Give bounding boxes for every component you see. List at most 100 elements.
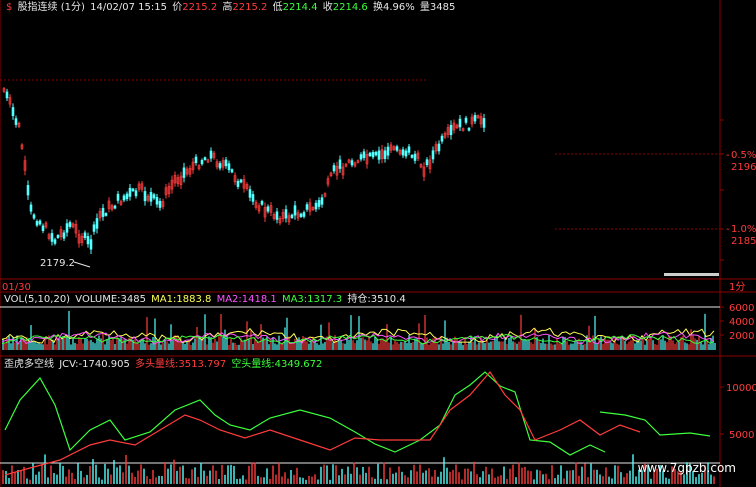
price-candle-body [284,209,288,219]
close-label: 收 [322,2,333,13]
pct-down-label: 1.0% [731,224,756,235]
price-candle-body [11,107,15,117]
price-candle-body [401,149,405,156]
price-candle-body [350,160,354,166]
price-candle-body [68,222,72,227]
price-candle-body [320,197,324,205]
price-candle-body [41,225,45,232]
vol-hold: 持仓:3510.4 [347,294,406,305]
price-candle-body [35,221,39,226]
price-candle-body [38,220,42,225]
price-candle-body [431,150,435,160]
price-candle-body [404,150,408,157]
vol-ma1: MA1:1883.8 [151,294,212,305]
price-candle-body [131,188,135,192]
price-candle-body [275,211,279,220]
price-candle-body [92,224,96,232]
date-label: 01/30 [2,282,31,293]
price-candle-body [299,213,303,217]
price-candle-body [209,150,213,159]
price-candle-body [65,223,69,233]
price-candle-body [116,193,120,201]
price-candle-body [425,159,429,166]
jcv-legend: 歪虎多空线 JCV:-1740.905 多头量线:3513.797 空头量线:4… [4,359,324,371]
price-candle-body [230,169,234,173]
price-candle-body [413,153,417,161]
vol-label: VOL(5,10,20) [4,294,71,305]
jcv-short-line [4,371,606,456]
price-candle-body [449,124,453,136]
price-candle-body [122,195,126,201]
price-candle-body [410,154,414,158]
price-candle-body [5,91,9,99]
level-down-label: 2185 [731,236,756,247]
price-candle-body [374,151,378,156]
price-candle-body [359,154,363,160]
quote-info-bar: $ 股指连续 (1分) 14/02/07 15:15 价2215.2 高2215… [6,2,457,14]
vol-axis-4000: 4000 [729,317,754,328]
price-candle-body [377,150,381,160]
high-value: 2215.2 [232,2,268,13]
vol-ma3: MA3:1317.3 [281,294,343,305]
price-candle-body [134,190,138,197]
price-candle-body [14,118,18,125]
jcv-axis-10000: 10000 [726,383,756,394]
price-candle-body [293,205,297,216]
scroll-indicator [664,273,719,276]
price-candle-body [371,152,375,158]
price-candle-body [383,150,387,159]
period-label: 1分 [729,281,745,293]
price-candle-body [317,200,321,207]
price-candle-body [182,167,186,178]
price-label: 价 [172,2,183,13]
pct-up-dash: - [726,150,730,161]
price-candle-body [407,146,411,153]
price-candle-body [203,157,207,160]
price-candle-body [239,179,243,183]
price-candle-body [386,146,390,156]
price-candle-body [194,156,198,164]
price-candle-body [227,163,231,171]
price-candle-body [248,189,252,198]
price-candle-body [101,207,105,217]
volume-value: 3485 [429,2,456,13]
turnover-label: 换 [372,2,383,13]
chart-canvas: -0.5%2196- 1.0%21851分01/302179.2600040002… [0,0,756,487]
price-candle-body [224,159,228,167]
volume-label: 量 [419,2,430,13]
price-candle-body [50,233,54,242]
price-candle-body [155,197,159,205]
price-candle-body [332,165,336,172]
price-candle-body [200,160,204,165]
turnover-value: 4.96% [382,2,415,13]
symbol-title[interactable]: 股指连续 (1分) [18,2,85,13]
jcv-value: JCV:-1740.905 [59,359,130,370]
vol-ma2: MA2:1418.1 [216,294,277,305]
low-annotation-pointer [73,261,91,268]
price-candle-body [464,117,468,123]
close-value: 2214.6 [332,2,368,13]
price-candle-body [362,151,366,158]
price-candle-body [29,204,33,212]
price-candle-body [62,232,66,239]
price-candle-body [143,191,147,202]
price-candle-body [302,212,306,217]
price-candle-body [368,152,372,157]
price-candle-body [125,193,129,200]
low-label: 低 [272,2,283,13]
price-candle-body [482,118,486,128]
vol-volume: VOLUME:3485 [75,294,146,305]
price-candle-body [437,143,441,152]
low-value: 2214.4 [282,2,318,13]
price-candle-body [128,187,132,197]
jcv-long-line [4,371,641,476]
price-candle-body [152,194,156,199]
price-candle-body [95,218,99,229]
price-candle-body [149,192,153,202]
price-candle-body [266,206,270,212]
price-candle-body [305,204,309,210]
price-candle-body [260,201,264,205]
price-candle-body [83,232,87,238]
price-candle-body [467,127,471,131]
price-candle-body [56,235,60,238]
